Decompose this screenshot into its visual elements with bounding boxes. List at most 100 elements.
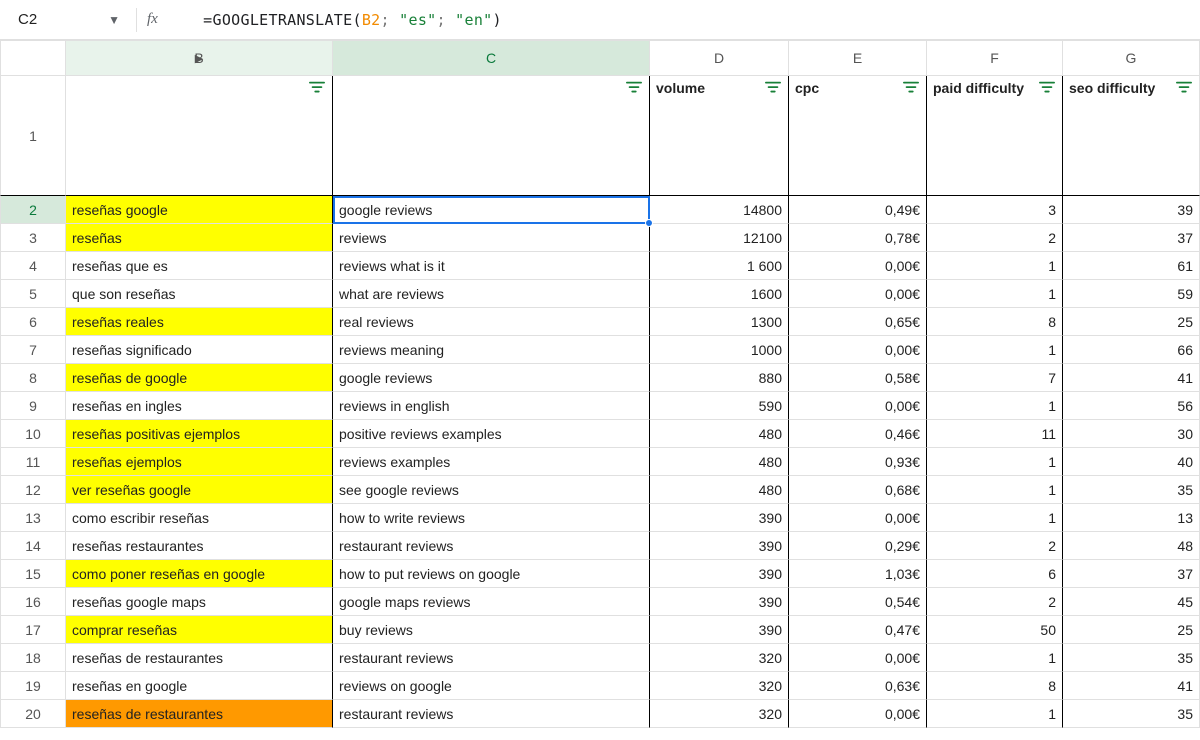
row-header[interactable]: 15 [0,560,66,588]
cell-D[interactable]: 320 [650,644,789,672]
filter-icon[interactable] [625,80,643,96]
cell-F[interactable]: 8 [927,308,1063,336]
row-header[interactable]: 4 [0,252,66,280]
cell-F[interactable]: 2 [927,224,1063,252]
row-header[interactable]: 6 [0,308,66,336]
cell-D[interactable]: 590 [650,392,789,420]
cell-E[interactable]: 0,47€ [789,616,927,644]
cell-E[interactable]: 0,54€ [789,588,927,616]
cell-G[interactable]: 35 [1063,700,1200,728]
cell-C[interactable]: real reviews [333,308,650,336]
cell-F[interactable]: 1 [927,448,1063,476]
cell-G[interactable]: 35 [1063,644,1200,672]
row-header[interactable]: 18 [0,644,66,672]
cell-G[interactable]: 40 [1063,448,1200,476]
cell-G[interactable]: 56 [1063,392,1200,420]
col-header-D[interactable]: D [650,40,789,76]
cell-B[interactable]: reseñas ejemplos [66,448,333,476]
spreadsheet-grid[interactable]: ▶ B C D E F G 1 volume cpc [0,40,1200,740]
row-header-1[interactable]: 1 [0,76,66,196]
cell-C[interactable]: restaurant reviews [333,532,650,560]
cell-E[interactable]: 0,49€ [789,196,927,224]
cell-D[interactable]: 390 [650,560,789,588]
cell-B[interactable]: reseñas que es [66,252,333,280]
row-header[interactable]: 14 [0,532,66,560]
cell-C[interactable]: google maps reviews [333,588,650,616]
cell-F[interactable]: 1 [927,252,1063,280]
cell-F[interactable]: 1 [927,280,1063,308]
cell-G[interactable]: 45 [1063,588,1200,616]
cell-B[interactable]: como poner reseñas en google [66,560,333,588]
cell-C[interactable]: reviews what is it [333,252,650,280]
cell-B[interactable]: reseñas google maps [66,588,333,616]
cell-G[interactable]: 41 [1063,672,1200,700]
cell-G[interactable]: 37 [1063,224,1200,252]
cell-D[interactable]: 390 [650,616,789,644]
filter-icon[interactable] [902,80,920,96]
cell-D[interactable]: 1300 [650,308,789,336]
cell-B[interactable]: reseñas restaurantes [66,532,333,560]
cell-G[interactable]: 25 [1063,308,1200,336]
cell-E[interactable]: 0,58€ [789,364,927,392]
cell-F[interactable]: 7 [927,364,1063,392]
cell-D[interactable]: 12100 [650,224,789,252]
cell-B[interactable]: reseñas significado [66,336,333,364]
cell-G1[interactable]: seo difficulty [1063,76,1200,196]
cell-B[interactable]: reseñas [66,224,333,252]
row-header[interactable]: 7 [0,336,66,364]
cell-B[interactable]: como escribir reseñas [66,504,333,532]
cell-G[interactable]: 25 [1063,616,1200,644]
cell-E[interactable]: 0,46€ [789,420,927,448]
cell-C[interactable]: reviews meaning [333,336,650,364]
col-header-C[interactable]: C [333,40,650,76]
cell-F[interactable]: 1 [927,392,1063,420]
cell-B[interactable]: reseñas de restaurantes [66,700,333,728]
cell-F[interactable]: 2 [927,588,1063,616]
cell-C[interactable]: google reviews [333,196,650,224]
cell-D[interactable]: 480 [650,448,789,476]
cell-C[interactable]: restaurant reviews [333,700,650,728]
filter-icon[interactable] [1038,80,1056,96]
cell-E[interactable]: 0,00€ [789,336,927,364]
cell-E[interactable]: 0,29€ [789,532,927,560]
cell-E[interactable]: 0,93€ [789,448,927,476]
row-header[interactable]: 13 [0,504,66,532]
cell-C[interactable]: reviews [333,224,650,252]
cell-B[interactable]: reseñas de restaurantes [66,644,333,672]
select-all-corner[interactable] [0,40,66,76]
cell-F[interactable]: 1 [927,644,1063,672]
row-header[interactable]: 17 [0,616,66,644]
cell-D[interactable]: 390 [650,504,789,532]
cell-F[interactable]: 50 [927,616,1063,644]
cell-B[interactable]: reseñas en google [66,672,333,700]
cell-B[interactable]: comprar reseñas [66,616,333,644]
cell-F[interactable]: 1 [927,336,1063,364]
cell-D[interactable]: 390 [650,588,789,616]
cell-C[interactable]: google reviews [333,364,650,392]
row-header[interactable]: 16 [0,588,66,616]
cell-G[interactable]: 41 [1063,364,1200,392]
row-header[interactable]: 9 [0,392,66,420]
cell-C[interactable]: what are reviews [333,280,650,308]
cell-G[interactable]: 59 [1063,280,1200,308]
cell-E[interactable]: 0,63€ [789,672,927,700]
cell-C[interactable]: see google reviews [333,476,650,504]
row-header[interactable]: 19 [0,672,66,700]
cell-C[interactable]: reviews on google [333,672,650,700]
cell-D[interactable]: 480 [650,476,789,504]
cell-B[interactable]: reseñas reales [66,308,333,336]
cell-D[interactable]: 14800 [650,196,789,224]
cell-G[interactable]: 48 [1063,532,1200,560]
cell-B1[interactable] [66,76,333,196]
cell-E[interactable]: 0,00€ [789,252,927,280]
cell-C1[interactable] [333,76,650,196]
filter-icon[interactable] [308,80,326,96]
row-header[interactable]: 20 [0,700,66,728]
row-header[interactable]: 8 [0,364,66,392]
cell-E[interactable]: 0,00€ [789,700,927,728]
cell-D[interactable]: 1600 [650,280,789,308]
row-header[interactable]: 2 [0,196,66,224]
cell-D[interactable]: 1 600 [650,252,789,280]
cell-B[interactable]: reseñas de google [66,364,333,392]
cell-E[interactable]: 0,00€ [789,644,927,672]
